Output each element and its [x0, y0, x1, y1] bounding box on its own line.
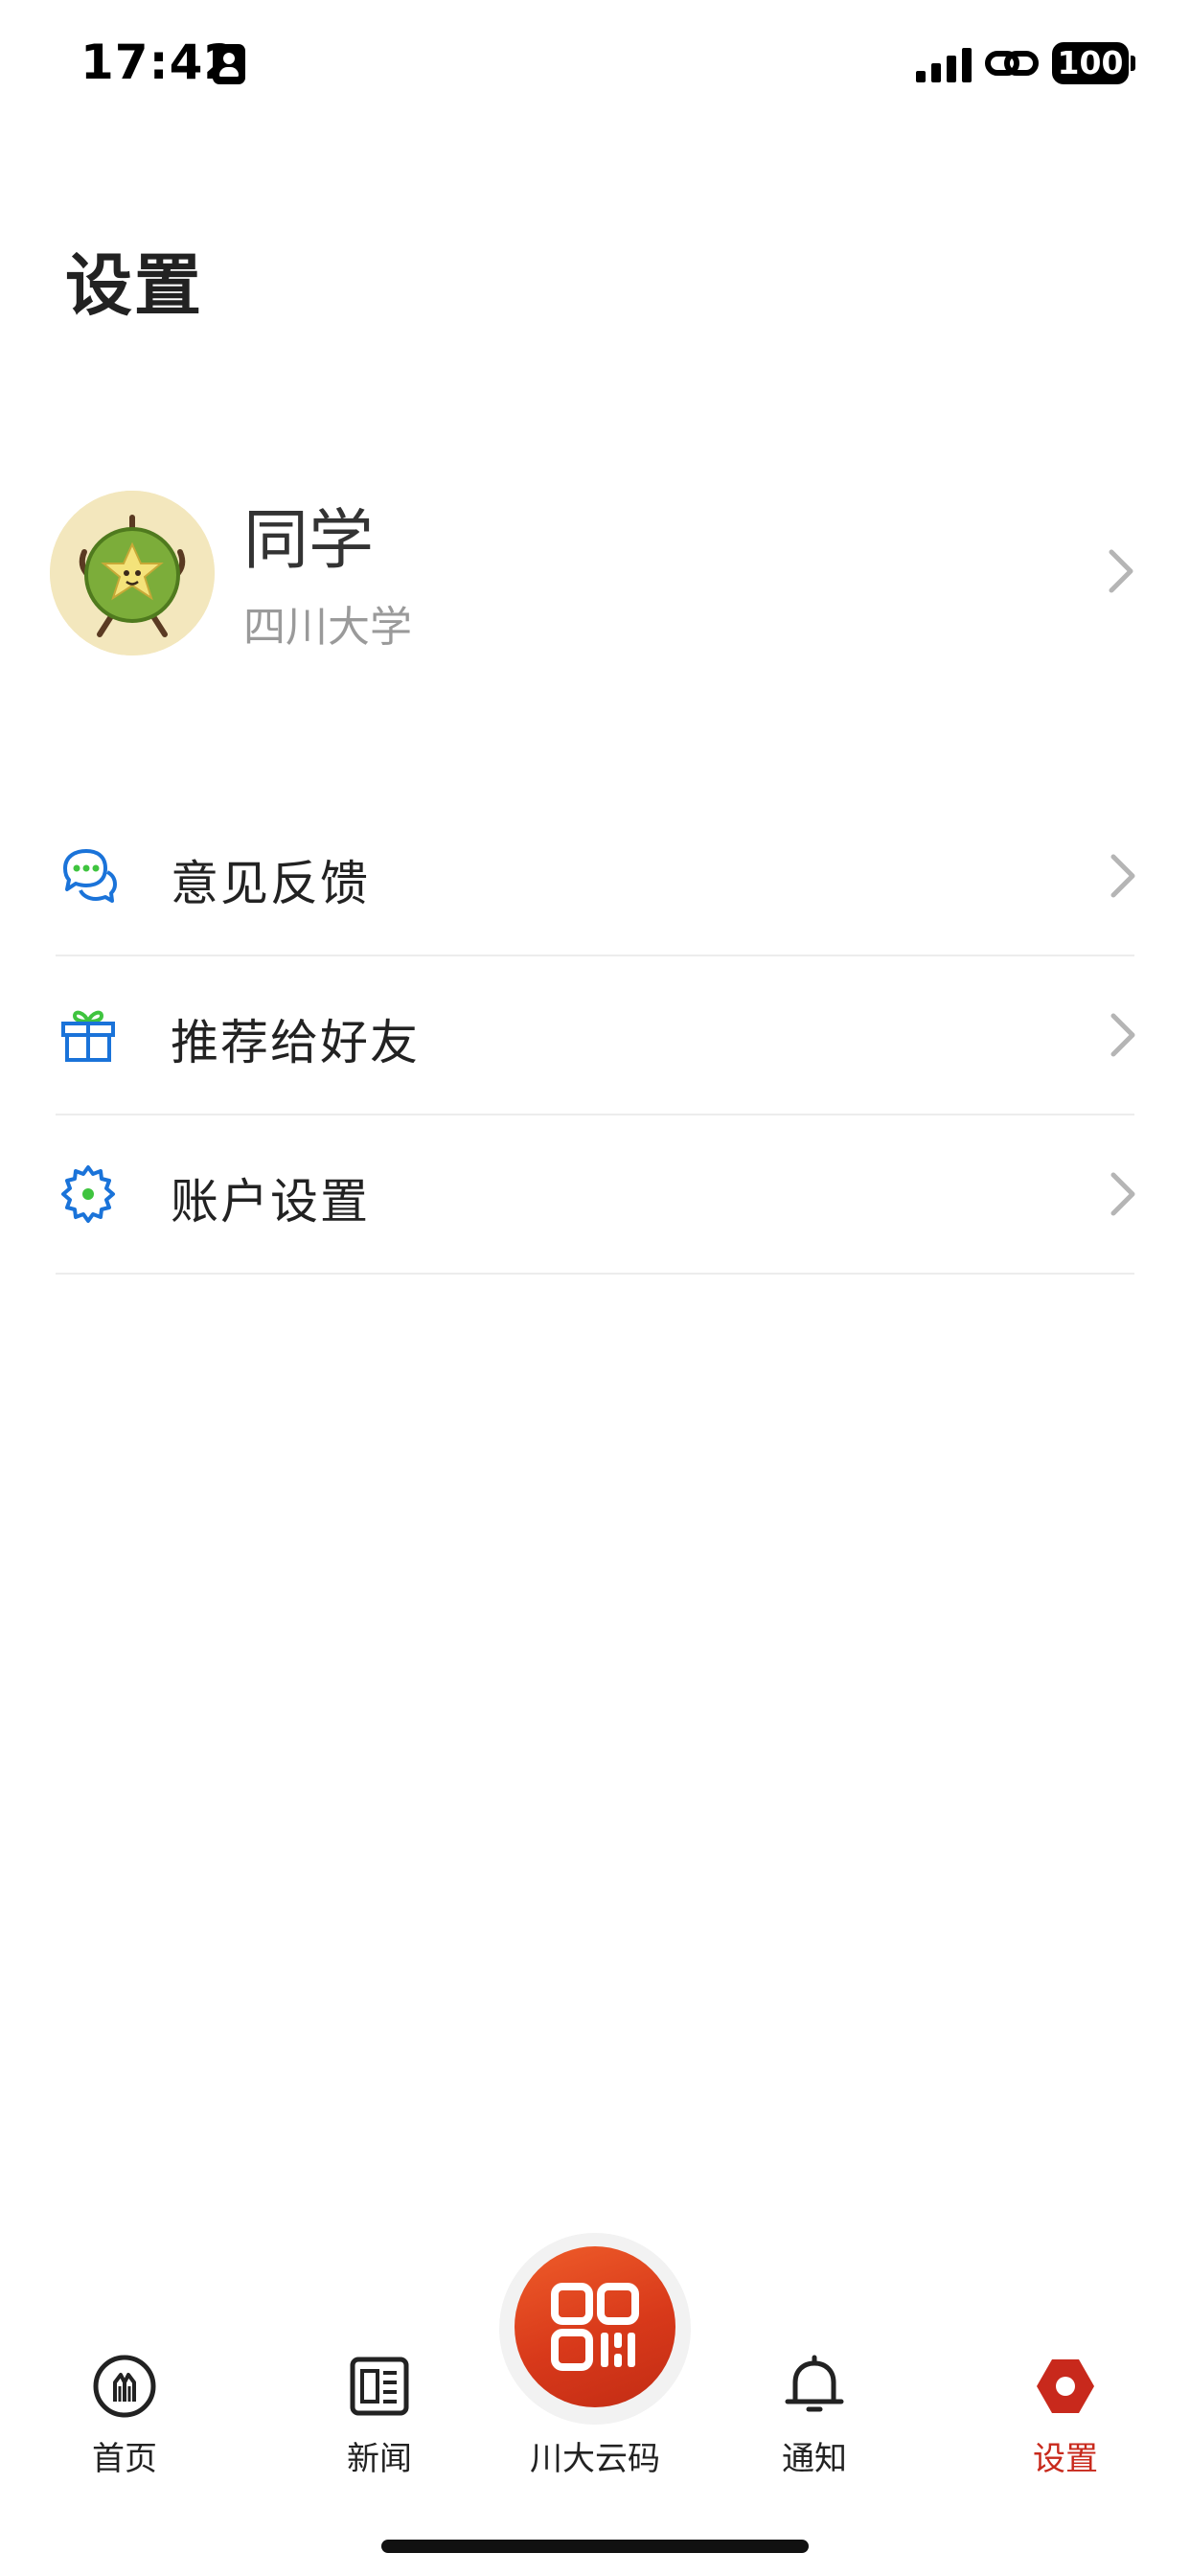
tab-label-qr-code: 川大云码	[530, 2440, 660, 2478]
tab-label-notifications: 通知	[782, 2440, 847, 2478]
tab-settings[interactable]: 设置	[970, 2281, 1161, 2478]
avatar-illustration	[50, 491, 215, 656]
chevron-right-icon	[1110, 854, 1135, 898]
tab-home[interactable]: 首页	[29, 2281, 220, 2478]
menu-item-account-settings[interactable]: 账户设置	[0, 1116, 1190, 1275]
battery-indicator: 100	[1052, 42, 1129, 84]
home-indicator[interactable]	[381, 2540, 809, 2553]
divider	[56, 1273, 1134, 1275]
news-icon	[350, 2357, 409, 2416]
chevron-right-icon	[1110, 1013, 1135, 1057]
profile-name: 同学	[243, 503, 375, 579]
avatar	[50, 491, 215, 656]
menu-label-feedback: 意见反馈	[171, 856, 370, 911]
page-title: 设置	[65, 246, 203, 325]
tab-notifications[interactable]: 通知	[719, 2281, 910, 2478]
chat-bubbles-icon	[63, 849, 117, 903]
chevron-right-icon	[1110, 1172, 1135, 1216]
cellular-signal-icon	[916, 46, 972, 82]
gear-icon	[61, 1165, 115, 1223]
bell-icon	[785, 2355, 844, 2412]
campus-logo-icon	[93, 2355, 156, 2418]
tab-qr-code-button[interactable]	[515, 2246, 675, 2407]
menu-item-recommend[interactable]: 推荐给好友	[0, 956, 1190, 1116]
tab-label-settings: 设置	[1033, 2440, 1098, 2478]
menu-label-recommend: 推荐给好友	[171, 1015, 420, 1070]
gift-icon	[61, 1010, 115, 1062]
battery-tip	[1131, 56, 1135, 71]
profile-school: 四川大学	[243, 603, 412, 652]
tab-label-news: 新闻	[347, 2440, 412, 2478]
menu-item-feedback[interactable]: 意见反馈	[0, 797, 1190, 956]
settings-menu: 意见反馈 推荐给好友 账户设置	[0, 797, 1190, 1275]
chevron-right-icon	[1109, 549, 1133, 593]
status-bar: 17:42 100	[0, 0, 1190, 130]
profile-card[interactable]: 同学 四川大学	[0, 479, 1190, 671]
menu-label-account-settings: 账户设置	[171, 1174, 370, 1230]
personal-hotspot-icon	[985, 51, 1039, 76]
tab-label-home: 首页	[92, 2440, 157, 2478]
settings-icon	[1037, 2359, 1094, 2413]
qr-code-icon	[551, 2283, 639, 2371]
contact-card-icon	[213, 44, 245, 84]
tab-news[interactable]: 新闻	[284, 2281, 475, 2478]
